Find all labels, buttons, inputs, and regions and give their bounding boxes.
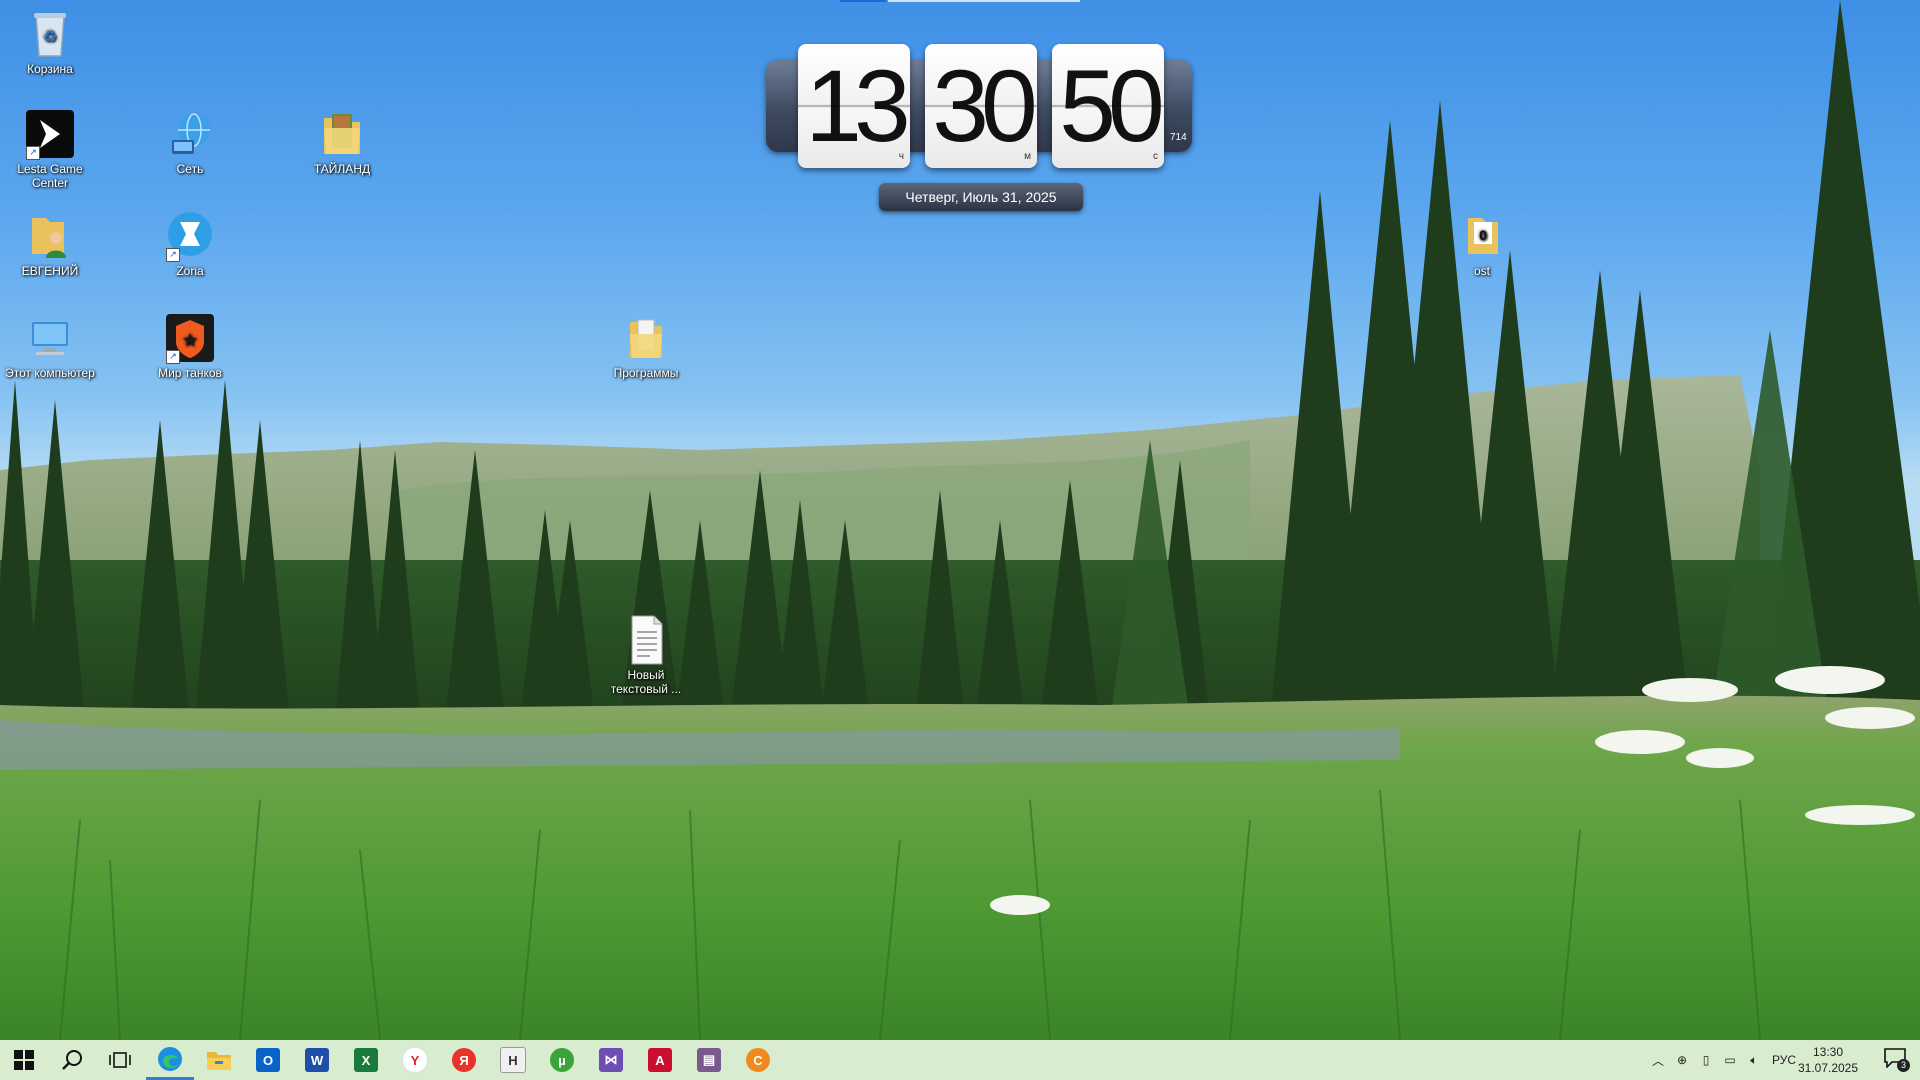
task-view-button[interactable] <box>96 1040 144 1080</box>
yandex-icon: Я <box>452 1048 476 1072</box>
svg-text:0: 0 <box>1479 227 1487 243</box>
taskbar: O W X Y Я H µ ⋈ A ▤ C ︿ ⊕ ▯ ▭ 🔈︎ РУС 13:… <box>0 1040 1920 1080</box>
taskbar-app-word[interactable]: W <box>293 1040 341 1080</box>
h-app-icon: H <box>500 1047 526 1073</box>
usb-device-icon[interactable]: ▯ <box>1694 1053 1718 1067</box>
desktop-icon-ost-folder[interactable]: 0 ost <box>1432 210 1532 278</box>
icon-label: Новый текстовый ... <box>610 668 682 696</box>
clock-date: Четверг, Июль 31, 2025 <box>879 183 1083 211</box>
icon-label: Корзина <box>27 62 73 76</box>
icon-label: Сеть <box>176 162 204 176</box>
computer-icon <box>24 312 76 364</box>
clock-minutes: 30 м <box>925 44 1038 168</box>
user-folder-icon <box>24 210 76 262</box>
taskbar-app-acrobat[interactable]: A <box>636 1040 684 1080</box>
folder-icon <box>620 312 672 364</box>
clock-hours: 13 ч <box>798 44 911 168</box>
orange-app-icon: C <box>746 1048 770 1072</box>
word-icon: W <box>305 1048 329 1072</box>
icon-label: ЕВГЕНИЙ <box>21 264 79 278</box>
acrobat-icon: A <box>648 1048 672 1072</box>
shortcut-arrow-icon: ↗ <box>26 146 40 160</box>
windows-logo-icon <box>14 1050 34 1070</box>
top-bar-segment <box>888 0 1080 2</box>
visual-studio-icon: ⋈ <box>599 1048 623 1072</box>
shortcut-arrow-icon: ↗ <box>166 248 180 262</box>
desktop-icon-recycle-bin[interactable]: ♻ Корзина <box>0 8 100 76</box>
top-bar-segment <box>840 0 886 2</box>
yandex-browser-icon: Y <box>402 1047 428 1073</box>
network-globe-tray-icon[interactable]: ⊕ <box>1670 1053 1694 1067</box>
desktop-icon-new-text-document[interactable]: Новый текстовый ... <box>596 614 696 696</box>
lesta-game-center-icon: ↗ <box>24 108 76 160</box>
excel-icon: X <box>354 1048 378 1072</box>
icon-label: ТАЙЛАНД <box>313 162 371 176</box>
icon-label: Программы <box>613 366 679 380</box>
archiver-icon: ▤ <box>697 1048 721 1072</box>
notification-count-badge: 3 <box>1897 1059 1910 1072</box>
icon-label: Этот компьютер <box>5 366 95 380</box>
svg-text:★: ★ <box>182 330 198 350</box>
network-globe-icon <box>164 108 216 160</box>
taskbar-app-excel[interactable]: X <box>342 1040 390 1080</box>
flip-clock-widget[interactable]: 13 ч 30 м 50 с 714 <box>766 44 1192 174</box>
text-file-icon <box>620 614 672 666</box>
shortcut-arrow-icon: ↗ <box>166 350 180 364</box>
desktop-icon-this-pc[interactable]: Этот компьютер <box>0 312 100 380</box>
taskbar-date: 31.07.2025 <box>1797 1061 1859 1075</box>
taskbar-app-h[interactable]: H <box>489 1040 537 1080</box>
start-button[interactable] <box>0 1040 48 1080</box>
world-of-tanks-icon: ★ ↗ <box>164 312 216 364</box>
notification-center-button[interactable]: 3 <box>1884 1048 1910 1072</box>
chevron-up-icon[interactable]: ︿ <box>1646 1052 1670 1069</box>
taskbar-app-orange[interactable]: C <box>734 1040 782 1080</box>
volume-icon[interactable]: 🔈︎ <box>1742 1053 1766 1068</box>
taskbar-app-file-explorer[interactable] <box>195 1040 243 1080</box>
desktop-icon-user-folder[interactable]: ЕВГЕНИЙ <box>0 210 100 278</box>
taskbar-app-visual-studio[interactable]: ⋈ <box>587 1040 635 1080</box>
svg-text:♻: ♻ <box>43 29 57 46</box>
edge-icon <box>158 1046 182 1071</box>
task-view-icon <box>109 1052 131 1068</box>
taskbar-app-yandex-browser[interactable]: Y <box>391 1040 439 1080</box>
icon-label: Zona <box>176 264 204 278</box>
taskbar-time: 13:30 <box>1812 1045 1844 1059</box>
taskbar-clock[interactable]: 13:30 31.07.2025 <box>1788 1044 1868 1076</box>
search-icon <box>62 1050 82 1070</box>
outlook-icon: O <box>256 1048 280 1072</box>
icon-label: ost <box>1473 264 1490 278</box>
desktop-icon-programs-folder[interactable]: Программы <box>596 312 696 380</box>
taskbar-app-outlook[interactable]: O <box>244 1040 292 1080</box>
desktop-icon-thailand-folder[interactable]: ТАЙЛАНД <box>292 108 392 176</box>
taskbar-app-edge[interactable] <box>146 1040 194 1080</box>
system-tray: ︿ ⊕ ▯ ▭ 🔈︎ РУС <box>1646 1040 1802 1080</box>
desktop-icon-network[interactable]: Сеть <box>140 108 240 176</box>
taskbar-app-yandex[interactable]: Я <box>440 1040 488 1080</box>
network-icon[interactable]: ▭ <box>1718 1053 1742 1067</box>
folder-icon <box>207 1052 231 1070</box>
desktop-icon-lesta-game-center[interactable]: ↗ Lesta Game Center <box>0 108 100 190</box>
icon-label: Мир танков <box>158 366 222 380</box>
zona-icon: ↗ <box>164 210 216 262</box>
hours-unit: ч <box>898 151 904 162</box>
taskbar-app-archiver[interactable]: ▤ <box>685 1040 733 1080</box>
taskbar-app-utorrent[interactable]: µ <box>538 1040 586 1080</box>
desktop-icon-zona[interactable]: ↗ Zona <box>140 210 240 278</box>
folder-icon: 0 <box>1456 210 1508 262</box>
desktop-icon-world-of-tanks[interactable]: ★ ↗ Мир танков <box>140 312 240 380</box>
recycle-bin-icon: ♻ <box>24 8 76 60</box>
search-button[interactable] <box>48 1040 96 1080</box>
folder-icon <box>316 108 368 160</box>
utorrent-icon: µ <box>550 1048 574 1072</box>
seconds-unit: с <box>1153 151 1158 162</box>
minutes-unit: м <box>1024 151 1031 162</box>
icon-label: Lesta Game Center <box>17 162 83 190</box>
clock-extra-value: 714 <box>1170 132 1187 143</box>
clock-seconds: 50 с <box>1052 44 1165 168</box>
